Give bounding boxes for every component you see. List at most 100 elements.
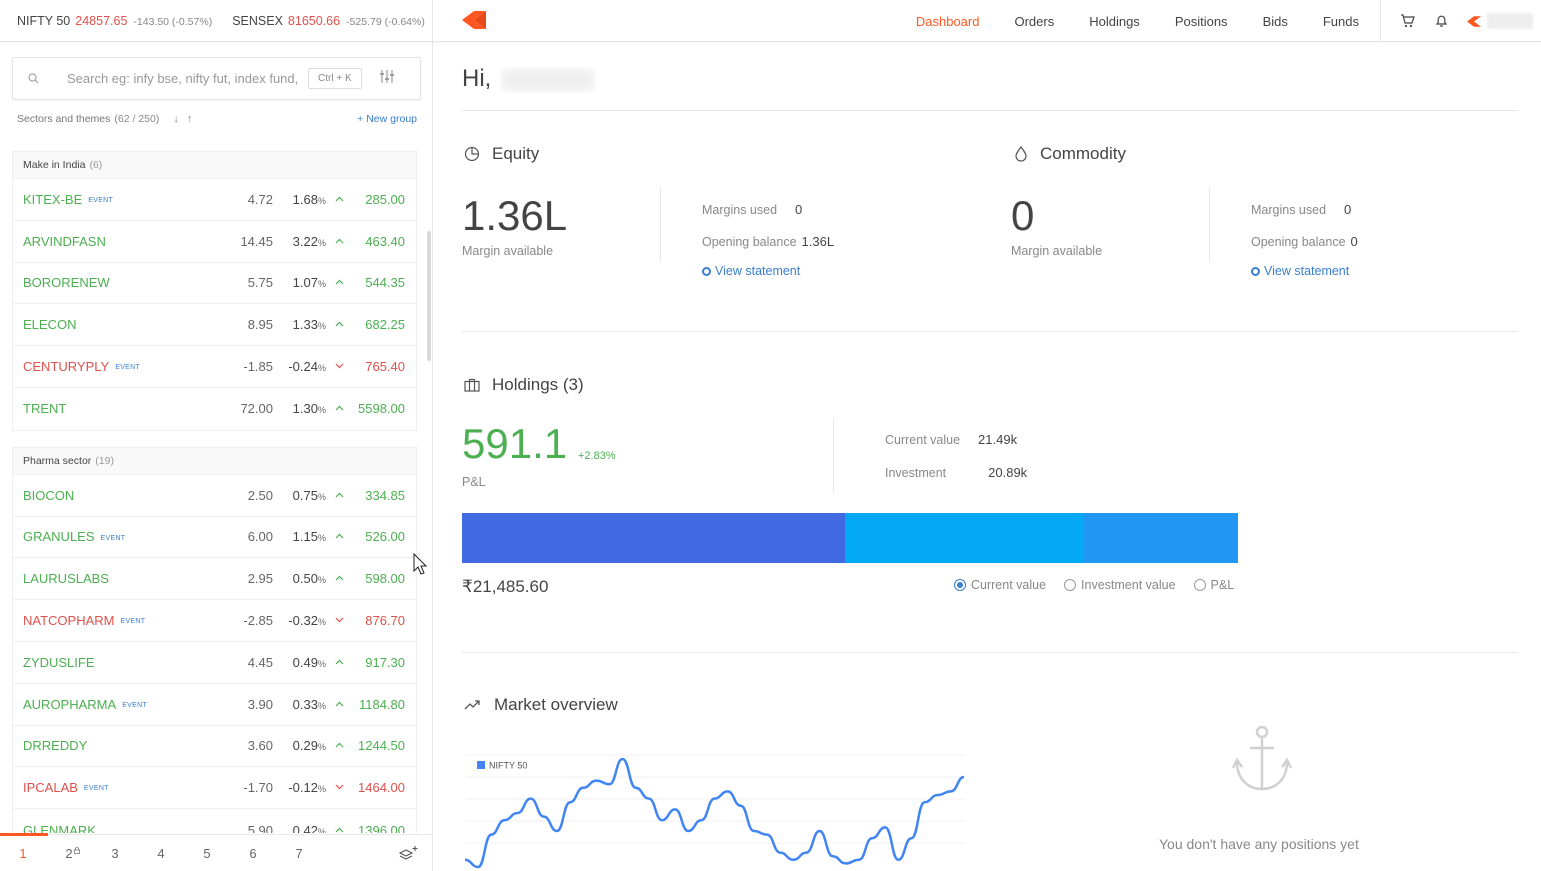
instrument-row[interactable]: ELECON 8.95 1.33% 682.25: [13, 304, 416, 347]
pct-value: 1.30: [292, 401, 318, 417]
instrument-row[interactable]: CENTURYPLY EVENT -1.85 -0.24% 765.40: [13, 346, 416, 388]
equity-margin-available: 1.36L: [462, 192, 568, 239]
cart-icon[interactable]: [1399, 13, 1415, 29]
holdings-bar-segment[interactable]: [845, 513, 1084, 563]
instrument-row[interactable]: GLENMARK 5.90 0.42% 1396.00: [13, 809, 416, 833]
holdings-bar-segment[interactable]: [462, 513, 846, 563]
equity-margin-label: Margin available: [462, 244, 554, 258]
instrument-row[interactable]: IPCALAB EVENT -1.70 -0.12% 1464.00: [13, 767, 416, 810]
account-logo-icon[interactable]: [1467, 15, 1481, 27]
commodity-margins-used: Margins used 0: [1251, 202, 1351, 217]
instrument-row[interactable]: TRENT 72.00 1.30% 5598.00: [13, 388, 416, 430]
instrument-symbol: GLENMARK: [23, 823, 96, 833]
instrument-row[interactable]: GRANULES EVENT 6.00 1.15% 526.00: [13, 517, 416, 559]
instrument-change: 4.72: [247, 191, 273, 207]
bell-icon[interactable]: [1433, 13, 1449, 29]
instrument-change: 72.00: [240, 401, 273, 417]
instrument-row[interactable]: DRREDDY 3.60 0.29% 1244.50: [13, 726, 416, 768]
instrument-row[interactable]: ARVINDFASN 14.45 3.22% 463.40: [13, 221, 416, 263]
circle-icon: [1251, 266, 1260, 276]
filter-sliders-icon[interactable]: [379, 69, 394, 88]
index-change: -525.79 (-0.64%): [346, 16, 425, 28]
briefcase-icon: [464, 378, 480, 392]
instrument-row[interactable]: LAURUSLABS 2.95 0.50% 598.00: [13, 558, 416, 601]
pct-value: 0.29: [292, 738, 318, 754]
instrument-row[interactable]: BIOCON 2.50 0.75% 334.85: [13, 475, 416, 517]
nav-orders[interactable]: Orders: [1014, 14, 1054, 29]
instrument-symbol: BORORENEW: [23, 275, 110, 290]
radio-label: P&L: [1210, 578, 1235, 592]
instrument-row[interactable]: ZYDUSLIFE 4.45 0.49% 917.30: [13, 642, 416, 684]
index-sensex[interactable]: SENSEX 81650.66 -525.79 (-0.64%): [232, 14, 425, 28]
instrument-ltp: 285.00: [365, 191, 405, 207]
holdings-bar[interactable]: [462, 513, 1238, 563]
layers-add-icon[interactable]: [398, 845, 419, 866]
list-scrollbar[interactable]: [427, 231, 431, 361]
instrument-pct: -0.32%: [288, 613, 326, 628]
page-tab-3[interactable]: 3: [92, 846, 138, 861]
marketwatch-pager: 1234567: [0, 833, 432, 871]
nav-holdings[interactable]: Holdings: [1089, 14, 1140, 29]
instrument-pct: 1.07%: [293, 275, 326, 290]
group-header[interactable]: Make in India (6): [13, 152, 416, 179]
holdings-view-radios: Current value Investment value P&L: [954, 578, 1234, 592]
holdings-bar-segment[interactable]: [1083, 513, 1238, 563]
nav-positions[interactable]: Positions: [1175, 14, 1228, 29]
page-tab-2[interactable]: 2: [46, 846, 92, 861]
index-change: -143.50 (-0.57%): [133, 16, 213, 28]
pct-sign: %: [317, 533, 326, 544]
page-tab-1[interactable]: 1: [0, 846, 46, 861]
instrument-symbol: ARVINDFASN: [23, 234, 106, 249]
instrument-row[interactable]: KITEX-BE EVENT 4.72 1.68% 285.00: [13, 179, 416, 221]
commodity-section-title: Commodity: [1014, 144, 1126, 164]
marketwatch-title[interactable]: Sectors and themes: [17, 113, 110, 125]
instrument-row[interactable]: BORORENEW 5.75 1.07% 544.35: [13, 263, 416, 305]
opening-balance-value: 0: [1350, 234, 1358, 249]
instrument-pct: 3.22%: [293, 234, 326, 249]
market-overview-chart[interactable]: NIFTY 50: [462, 747, 967, 871]
nav-funds[interactable]: Funds: [1323, 14, 1359, 29]
opening-balance-label: Opening balance: [702, 235, 797, 249]
instrument-row[interactable]: AUROPHARMA EVENT 3.90 0.33% 1184.80: [13, 684, 416, 726]
radio-circle: [1064, 579, 1077, 591]
instrument-list: Make in India (6) KITEX-BE EVENT 4.72 1.68% 28…: [12, 151, 417, 833]
equity-title: Equity: [492, 144, 540, 163]
event-badge: EVENT: [120, 618, 146, 626]
pct-value: 0.50: [292, 571, 318, 587]
page-tab-4[interactable]: 4: [138, 846, 184, 861]
chevron-up-icon: [335, 573, 344, 584]
instrument-row[interactable]: NATCOPHARM EVENT -2.85 -0.32% 876.70: [13, 600, 416, 642]
pie-chart-icon: [464, 146, 480, 162]
new-group-button[interactable]: + New group: [357, 113, 417, 125]
pct-value: 1.07: [292, 275, 318, 291]
commodity-view-statement-link[interactable]: View statement: [1251, 264, 1349, 278]
radio-investment-value[interactable]: Investment value: [1064, 578, 1176, 592]
chevron-up-icon: [335, 490, 344, 501]
user-id-blurred[interactable]: [1487, 13, 1533, 29]
market-overview-title: Market overview: [494, 695, 618, 714]
search-input[interactable]: [53, 71, 298, 86]
user-name-blurred: [502, 68, 594, 91]
nav-dashboard[interactable]: Dashboard: [916, 14, 980, 29]
radio-current-value[interactable]: Current value: [954, 578, 1046, 592]
search-icon: [13, 73, 53, 84]
pct-sign: %: [317, 237, 326, 248]
symbol-text: ARVINDFASN: [23, 233, 106, 249]
top-bar: NIFTY 50 24857.65 -143.50 (-0.57%) SENSE…: [0, 0, 1541, 42]
index-nifty[interactable]: NIFTY 50 24857.65 -143.50 (-0.57%): [17, 14, 212, 28]
page-tab-5[interactable]: 5: [184, 846, 230, 861]
page-tab-7[interactable]: 7: [276, 846, 322, 861]
kite-logo-icon[interactable]: [462, 11, 486, 29]
page-tab-6[interactable]: 6: [230, 846, 276, 861]
instrument-change: 5.75: [247, 275, 273, 291]
equity-view-statement-link[interactable]: View statement: [702, 264, 800, 278]
symbol-text: ZYDUSLIFE: [23, 654, 95, 670]
sort-arrows-icon[interactable]: ↓↑: [173, 113, 200, 125]
group-header[interactable]: Pharma sector (19): [13, 447, 416, 475]
current-value-label: Current value: [885, 433, 961, 447]
radio-pnl[interactable]: P&L: [1193, 578, 1235, 592]
pct-value: -0.12: [288, 780, 318, 796]
equity-section-title: Equity: [464, 144, 539, 164]
chevron-up-icon: [335, 403, 344, 414]
nav-bids[interactable]: Bids: [1263, 14, 1288, 29]
